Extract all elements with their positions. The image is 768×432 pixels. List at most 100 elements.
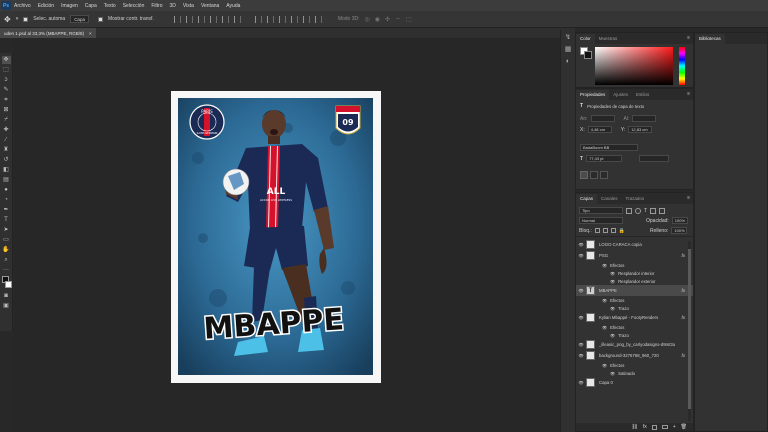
- photoshop-logo-icon[interactable]: Ps: [1, 1, 11, 10]
- adjustments-panel-icon[interactable]: ◐: [564, 57, 573, 66]
- menu-item[interactable]: Imagen: [61, 3, 78, 9]
- align-text-left-icon[interactable]: [580, 171, 588, 179]
- hue-slider[interactable]: [679, 47, 685, 85]
- marquee-tool-icon[interactable]: ⬚: [2, 66, 11, 74]
- eyedropper-tool-icon[interactable]: ⌿: [2, 116, 11, 124]
- orbit-3d-icon[interactable]: ◎: [365, 16, 370, 23]
- dodge-tool-icon[interactable]: ◔: [2, 196, 11, 204]
- menu-item[interactable]: Capa: [85, 3, 97, 9]
- layer-effects-badge[interactable]: fx: [681, 315, 685, 320]
- tab-channels[interactable]: Canales: [597, 194, 622, 204]
- type-tool-icon[interactable]: T: [2, 216, 11, 224]
- effect-item[interactable]: 👁 Resplandor interior: [576, 269, 693, 277]
- width-field[interactable]: [590, 115, 615, 122]
- fill-field[interactable]: 100%: [671, 227, 688, 234]
- slide-3d-icon[interactable]: ⇔: [395, 16, 401, 22]
- visibility-eye-icon[interactable]: 👁: [576, 380, 586, 385]
- add-style-icon[interactable]: fx: [643, 424, 647, 430]
- delete-layer-icon[interactable]: 🗑: [681, 424, 687, 430]
- tab-properties[interactable]: Propiedades: [576, 90, 610, 100]
- filter-shape-icon[interactable]: [650, 207, 657, 214]
- x-field[interactable]: 4,48 cm: [587, 126, 612, 133]
- hand-tool-icon[interactable]: ✋: [2, 246, 11, 254]
- effects-group[interactable]: 👁 Efectos: [576, 361, 693, 369]
- effect-visibility-icon[interactable]: 👁: [610, 271, 615, 276]
- healing-brush-tool-icon[interactable]: ✚: [2, 126, 11, 134]
- history-brush-tool-icon[interactable]: ↺: [2, 156, 11, 164]
- visibility-eye-icon[interactable]: 👁: [576, 342, 586, 347]
- effect-visibility-icon[interactable]: 👁: [602, 363, 607, 368]
- distribute-center-icon[interactable]: [302, 15, 310, 23]
- color-swatches-icon[interactable]: [1, 276, 12, 290]
- menu-item[interactable]: Texto: [104, 3, 116, 9]
- pen-tool-icon[interactable]: ✒: [2, 206, 11, 214]
- layer-row[interactable]: 👁 T MBAPPE fx: [576, 285, 693, 296]
- visibility-eye-icon[interactable]: 👁: [576, 253, 586, 258]
- align-top-icon[interactable]: [209, 15, 217, 23]
- tab-color[interactable]: Color: [576, 34, 595, 44]
- tool-preset-chevron-icon[interactable]: ▾: [16, 16, 19, 22]
- new-group-icon[interactable]: [661, 425, 668, 429]
- effect-visibility-icon[interactable]: 👁: [602, 325, 607, 330]
- auto-select-checkbox[interactable]: [23, 16, 29, 22]
- panel-menu-icon[interactable]: ≡: [687, 195, 690, 201]
- visibility-eye-icon[interactable]: 👁: [576, 288, 586, 293]
- layer-row[interactable]: 👁 PSG fx: [576, 250, 693, 261]
- filter-smart-icon[interactable]: [659, 207, 666, 214]
- distribute-middle-icon[interactable]: [266, 15, 274, 23]
- effect-visibility-icon[interactable]: 👁: [610, 371, 615, 376]
- effects-group[interactable]: 👁 Efectos: [576, 323, 693, 331]
- screen-mode-icon[interactable]: ▣: [2, 302, 11, 310]
- align-text-center-icon[interactable]: [590, 171, 598, 179]
- align-center-icon[interactable]: [185, 15, 193, 23]
- roll-3d-icon[interactable]: ◉: [375, 16, 380, 23]
- brush-tool-icon[interactable]: ∕: [2, 136, 11, 144]
- foreground-background-swatch[interactable]: [580, 47, 592, 59]
- layer-effects-badge[interactable]: fx: [681, 253, 685, 258]
- tab-layers[interactable]: Capas: [576, 194, 598, 204]
- tab-paths[interactable]: Trazados: [622, 194, 649, 204]
- zoom-tool-icon[interactable]: ⌕: [2, 256, 11, 264]
- layer-row[interactable]: 👁 Capa 0: [576, 377, 693, 388]
- distribute-left-icon[interactable]: [290, 15, 298, 23]
- menu-item[interactable]: Ayuda: [226, 3, 240, 9]
- tab-adjustments[interactable]: Ajustes: [609, 90, 632, 100]
- close-tab-icon[interactable]: ×: [89, 31, 92, 36]
- align-text-right-icon[interactable]: [600, 171, 608, 179]
- auto-select-target-select[interactable]: Capa: [70, 15, 89, 23]
- visibility-eye-icon[interactable]: 👁: [576, 315, 586, 320]
- tab-libraries[interactable]: Bibliotecas: [695, 34, 725, 44]
- layer-effects-badge[interactable]: fx: [681, 353, 685, 358]
- blur-tool-icon[interactable]: ●: [2, 186, 11, 194]
- clone-stamp-tool-icon[interactable]: ♜: [2, 146, 11, 154]
- distribute-right-icon[interactable]: [314, 15, 322, 23]
- show-transform-checkbox[interactable]: [97, 16, 103, 22]
- crop-tool-icon[interactable]: ⌗: [2, 96, 11, 104]
- new-layer-icon[interactable]: +: [673, 424, 676, 430]
- font-size-field[interactable]: 77,43 pt: [586, 155, 623, 162]
- height-field[interactable]: [632, 115, 657, 122]
- menu-item[interactable]: Archivo: [14, 3, 31, 9]
- document-tab[interactable]: uden 1.psd al 33,3% (MBAPPE, RGB/8) ×: [0, 28, 96, 38]
- filter-type-icon[interactable]: T: [644, 208, 647, 214]
- effect-item[interactable]: 👁 Resplandor exterior: [576, 277, 693, 285]
- panel-menu-icon[interactable]: ≡: [687, 35, 690, 41]
- effect-visibility-icon[interactable]: 👁: [610, 279, 615, 284]
- menu-item[interactable]: 3D: [170, 3, 176, 9]
- move-tool-icon[interactable]: ✥: [1, 56, 11, 64]
- effects-group[interactable]: 👁 Efectos: [576, 261, 693, 269]
- quick-mask-icon[interactable]: ◙: [2, 292, 11, 300]
- menu-item[interactable]: Edición: [38, 3, 54, 9]
- layer-row[interactable]: 👁 LOGO CARACA copia: [576, 239, 693, 250]
- align-right-icon[interactable]: [197, 15, 205, 23]
- effect-item[interactable]: 👁 Trazo: [576, 304, 693, 312]
- menu-item[interactable]: Selección: [123, 3, 145, 9]
- filter-adjustment-icon[interactable]: [635, 207, 641, 214]
- quick-select-tool-icon[interactable]: ✎: [2, 86, 11, 94]
- tab-swatches[interactable]: Muestras: [595, 34, 622, 44]
- lasso-tool-icon[interactable]: ↄ: [2, 76, 11, 84]
- y-field[interactable]: 12,83 cm: [628, 126, 653, 133]
- add-mask-icon[interactable]: [651, 424, 657, 430]
- drag-3d-icon[interactable]: ✣: [385, 16, 390, 23]
- layer-filter-select[interactable]: Tipo: [579, 207, 623, 214]
